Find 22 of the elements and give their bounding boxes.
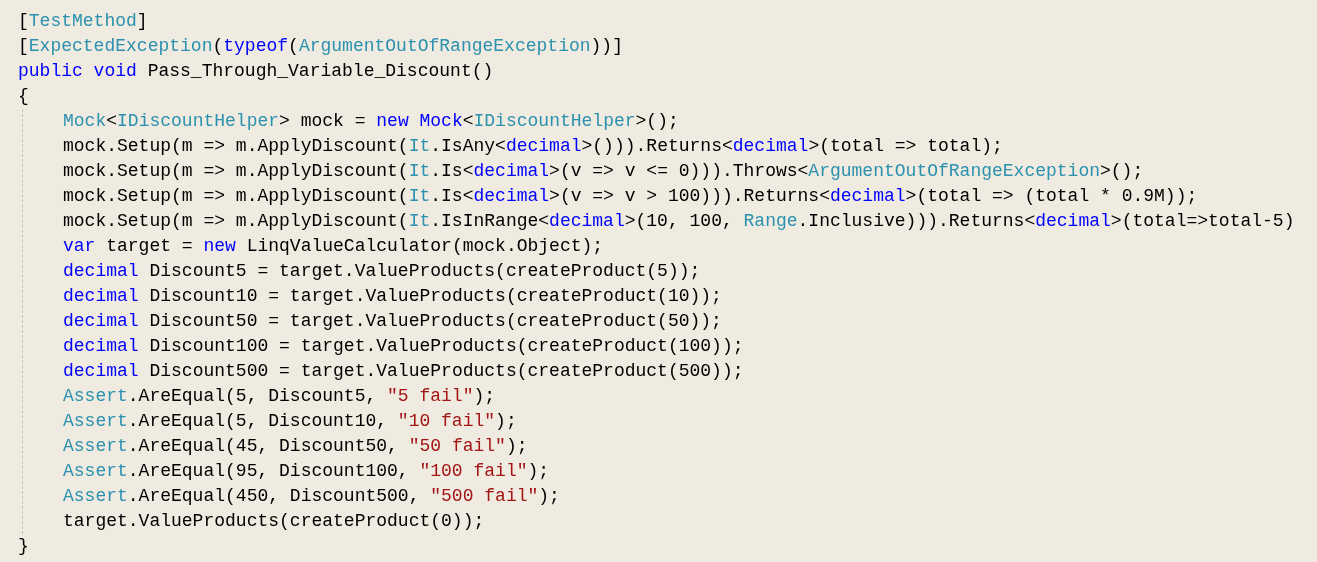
code-line: mock.Setup(m => m.ApplyDiscount(It.IsAny<decimal>())).Returns<decimal>(total => total); <box>63 135 1003 158</box>
code-line: mock.Setup(m => m.ApplyDiscount(It.Is<decimal>(v => v > 100))).Returns<decimal>(total => (total * 0.9M)); <box>63 185 1198 208</box>
code-line: } <box>18 535 29 558</box>
code-line: [ExpectedException(typeof(ArgumentOutOfRangeException))] <box>18 35 623 58</box>
code-line: decimal Discount10 = target.ValueProducts(createProduct(10)); <box>63 285 722 308</box>
code-line: Assert.AreEqual(5, Discount5, "5 fail"); <box>63 385 496 408</box>
code-line: var target = new LinqValueCalculator(mock.Object); <box>63 235 604 258</box>
code-line: Assert.AreEqual(45, Discount50, "50 fail"); <box>63 435 528 458</box>
code-line: mock.Setup(m => m.ApplyDiscount(It.Is<decimal>(v => v <= 0))).Throws<ArgumentOutOfRangeException>(); <box>63 160 1144 183</box>
code-line: decimal Discount500 = target.ValueProducts(createProduct(500)); <box>63 360 744 383</box>
code-line: Assert.AreEqual(5, Discount10, "10 fail"); <box>63 410 517 433</box>
code-line: decimal Discount100 = target.ValueProducts(createProduct(100)); <box>63 335 744 358</box>
code-line: { <box>18 85 29 108</box>
code-line: decimal Discount5 = target.ValueProducts(createProduct(5)); <box>63 260 701 283</box>
code-line: mock.Setup(m => m.ApplyDiscount(It.IsInRange<decimal>(10, 100, Range.Inclusive))).Returns<decimal>(total=>total-5) <box>63 210 1295 233</box>
code-line: decimal Discount50 = target.ValueProducts(createProduct(50)); <box>63 310 722 333</box>
code-line: [TestMethod] <box>18 10 148 33</box>
code-line: Mock<IDiscountHelper> mock = new Mock<IDiscountHelper>(); <box>63 110 679 133</box>
code-line: public void Pass_Through_Variable_Discount() <box>18 60 494 83</box>
code-line: Assert.AreEqual(95, Discount100, "100 fail"); <box>63 460 550 483</box>
code-line: target.ValueProducts(createProduct(0)); <box>63 510 485 533</box>
code-line: Assert.AreEqual(450, Discount500, "500 fail"); <box>63 485 560 508</box>
